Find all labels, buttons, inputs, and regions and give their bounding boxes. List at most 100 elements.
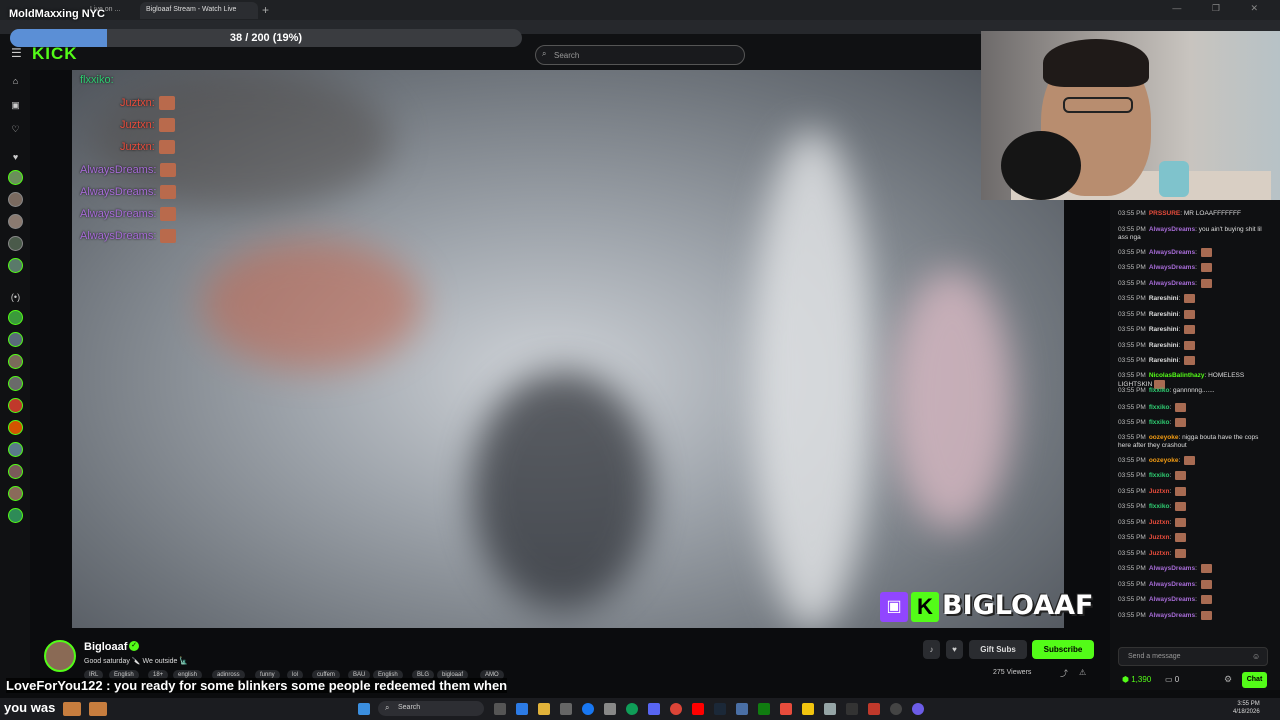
youtube-icon[interactable] bbox=[692, 703, 704, 715]
chat-username[interactable]: flxxiko bbox=[1149, 404, 1170, 411]
chat-username[interactable]: NicolasBalinthazy bbox=[1149, 372, 1205, 379]
video-player[interactable] bbox=[72, 70, 1064, 628]
streamer-avatar[interactable] bbox=[44, 640, 76, 672]
video-blur-region bbox=[752, 130, 872, 628]
sidebar-channel-avatar[interactable] bbox=[8, 354, 23, 369]
chat-username[interactable]: Rareshini bbox=[1149, 342, 1179, 349]
chat-username[interactable]: AlwaysDreams bbox=[1149, 596, 1195, 603]
emote-icon bbox=[62, 701, 81, 716]
emoji-picker-icon[interactable]: ☺ bbox=[1252, 652, 1260, 661]
sidebar-channel-avatar[interactable] bbox=[8, 258, 23, 273]
app-icon[interactable] bbox=[604, 703, 616, 715]
taskbar-clock[interactable]: 3:55 PM 4/18/2026 bbox=[1233, 700, 1260, 716]
menu-icon[interactable]: ☰ bbox=[11, 46, 22, 60]
chat-username[interactable]: AlwaysDreams bbox=[1149, 581, 1195, 588]
chat-username[interactable]: Juztxn bbox=[1149, 550, 1170, 557]
browser-tab-active[interactable]: Bigloaaf Stream - Watch Live bbox=[140, 2, 258, 19]
chat-username[interactable]: AlwaysDreams bbox=[1149, 612, 1195, 619]
chat-message-input[interactable]: Send a message bbox=[1118, 647, 1268, 666]
window-controls[interactable]: — ❐ ✕ bbox=[1172, 3, 1272, 14]
report-icon[interactable]: ⚠ bbox=[1079, 668, 1086, 677]
chat-username[interactable]: Juztxn bbox=[1149, 519, 1170, 526]
sidebar-channel-avatar[interactable] bbox=[8, 214, 23, 229]
xbox-icon[interactable] bbox=[758, 703, 770, 715]
sidebar-channel-avatar[interactable] bbox=[8, 420, 23, 435]
following-icon[interactable]: ♡ bbox=[9, 124, 22, 137]
gear-icon[interactable]: ⚙ bbox=[1224, 674, 1232, 685]
channel-points[interactable]: ▭ 0 bbox=[1165, 675, 1179, 684]
chat-username[interactable]: Rareshini bbox=[1149, 357, 1179, 364]
tiktok-icon[interactable] bbox=[868, 703, 880, 715]
streamer-name[interactable]: Bigloaaf bbox=[84, 641, 127, 653]
chat-username[interactable]: AlwaysDreams bbox=[1149, 264, 1195, 271]
kick-logo[interactable]: KICK bbox=[32, 44, 78, 64]
app-icon[interactable] bbox=[780, 703, 792, 715]
chat-username[interactable]: flxxiko bbox=[1149, 419, 1170, 426]
subscribe-button[interactable]: Subscribe bbox=[1032, 640, 1094, 659]
overlay-chat-line: flxxiko: bbox=[80, 74, 114, 92]
sidebar-channel-avatar[interactable] bbox=[8, 508, 23, 523]
search-input[interactable]: Search bbox=[535, 45, 745, 65]
chat-username[interactable]: flxxiko bbox=[1149, 472, 1170, 479]
taskbar-search[interactable]: Search bbox=[378, 701, 484, 716]
emote-icon bbox=[158, 118, 175, 132]
obs-icon[interactable] bbox=[890, 703, 902, 715]
search-icon: ⌕ bbox=[542, 49, 547, 58]
chat-username[interactable]: Juztxn bbox=[1149, 488, 1170, 495]
task-view-icon[interactable] bbox=[494, 703, 506, 715]
sidebar-channel-avatar[interactable] bbox=[8, 486, 23, 501]
kicks-count: 1,390 bbox=[1131, 675, 1152, 684]
chat-username[interactable]: AlwaysDreams bbox=[1149, 280, 1195, 287]
overlay-chat-user: AlwaysDreams bbox=[80, 185, 154, 198]
sidebar-channel-avatar[interactable] bbox=[8, 464, 23, 479]
discord-icon[interactable] bbox=[648, 703, 660, 715]
chat-username[interactable]: Rareshini bbox=[1149, 326, 1179, 333]
chat-username[interactable]: AlwaysDreams bbox=[1149, 249, 1195, 256]
file-explorer-icon[interactable] bbox=[538, 703, 550, 715]
share-icon[interactable]: ⤴ bbox=[1060, 668, 1068, 679]
app-icon[interactable] bbox=[824, 703, 836, 715]
follow-heart-button[interactable]: ♥ bbox=[946, 640, 963, 659]
chat-username[interactable]: oozeyoke bbox=[1149, 457, 1179, 464]
chrome-icon[interactable] bbox=[670, 703, 682, 715]
gift-subs-button[interactable]: Gift Subs bbox=[969, 640, 1027, 659]
chat-timestamp: 03:55 PM bbox=[1118, 295, 1146, 303]
chat-username[interactable]: flxxiko bbox=[1149, 387, 1170, 394]
new-tab-button[interactable]: + bbox=[262, 3, 269, 17]
chat-username[interactable]: Juztxn bbox=[1149, 534, 1170, 541]
sidebar-channel-avatar[interactable] bbox=[8, 376, 23, 391]
sidebar-channel-avatar[interactable] bbox=[8, 442, 23, 457]
home-icon[interactable]: ⌂ bbox=[9, 76, 22, 89]
chat-username[interactable]: AlwaysDreams bbox=[1149, 226, 1195, 233]
emote-icon bbox=[1184, 325, 1196, 334]
sidebar-channel-avatar[interactable] bbox=[8, 236, 23, 251]
bell-icon[interactable]: ♪ bbox=[923, 640, 940, 659]
chat-username[interactable]: oozeyoke bbox=[1149, 434, 1179, 441]
chat-username[interactable]: Rareshini bbox=[1149, 295, 1179, 302]
chat-username[interactable]: AlwaysDreams bbox=[1149, 565, 1195, 572]
facebook-icon[interactable] bbox=[582, 703, 594, 715]
capcut-icon[interactable] bbox=[846, 703, 858, 715]
edge-icon[interactable] bbox=[516, 703, 528, 715]
kicks-balance[interactable]: ⬢ 1,390 bbox=[1122, 675, 1151, 684]
sidebar-channel-avatar[interactable] bbox=[8, 192, 23, 207]
chat-username[interactable]: Rareshini bbox=[1149, 311, 1179, 318]
steam-icon[interactable] bbox=[714, 703, 726, 715]
sidebar-channel-avatar[interactable] bbox=[8, 170, 23, 185]
chat-username[interactable]: PRSSURE bbox=[1149, 210, 1180, 217]
emote-icon bbox=[1200, 564, 1212, 573]
emote-icon bbox=[1175, 533, 1187, 542]
store-icon[interactable] bbox=[560, 703, 572, 715]
app-icon[interactable] bbox=[736, 703, 748, 715]
app-icon[interactable] bbox=[912, 703, 924, 715]
sidebar-channel-avatar[interactable] bbox=[8, 398, 23, 413]
chat-username[interactable]: flxxiko bbox=[1149, 503, 1170, 510]
windows-start-icon[interactable] bbox=[358, 703, 370, 715]
app-icon[interactable] bbox=[802, 703, 814, 715]
browse-icon[interactable]: ▣ bbox=[9, 100, 22, 113]
chat-send-button[interactable]: Chat bbox=[1242, 672, 1267, 688]
sidebar-channel-avatar[interactable] bbox=[8, 332, 23, 347]
overlay-chat-line: AlwaysDreams: bbox=[80, 229, 177, 247]
sidebar-channel-avatar[interactable] bbox=[8, 310, 23, 325]
browser-icon[interactable] bbox=[626, 703, 638, 715]
